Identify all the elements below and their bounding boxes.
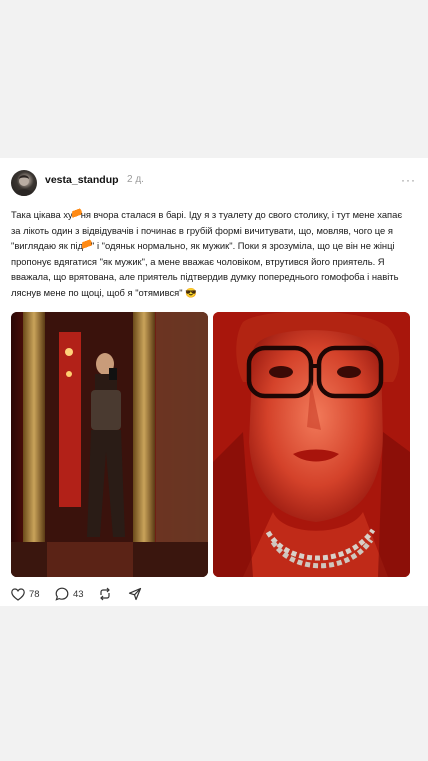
like-count: 78	[29, 588, 40, 600]
username[interactable]: vesta_standup	[45, 174, 119, 186]
repost-icon	[100, 587, 110, 601]
more-icon[interactable]: ···	[401, 170, 416, 190]
like-button[interactable]: 78	[11, 586, 40, 602]
share-button[interactable]	[128, 586, 142, 602]
heart-icon	[11, 587, 25, 601]
post-text: Така цікава ху ня вчора сталася в барі. І…	[11, 207, 409, 300]
share-icon	[128, 587, 142, 601]
post-time: 2 д.	[127, 174, 144, 185]
repost-button[interactable]	[98, 586, 112, 602]
comment-count: 43	[73, 588, 84, 600]
post-header: vesta_standup 2 д. ···	[11, 170, 416, 196]
post-text-part-1: Така цікава ху	[11, 209, 73, 220]
comment-button[interactable]: 43	[55, 586, 84, 602]
photo-red-selfie[interactable]	[213, 312, 410, 577]
photo-mirror-selfie[interactable]	[11, 312, 208, 577]
avatar[interactable]	[11, 170, 37, 196]
comment-icon	[55, 587, 69, 601]
thread-post: vesta_standup 2 д. ··· Така цікава ху ня …	[0, 158, 428, 606]
